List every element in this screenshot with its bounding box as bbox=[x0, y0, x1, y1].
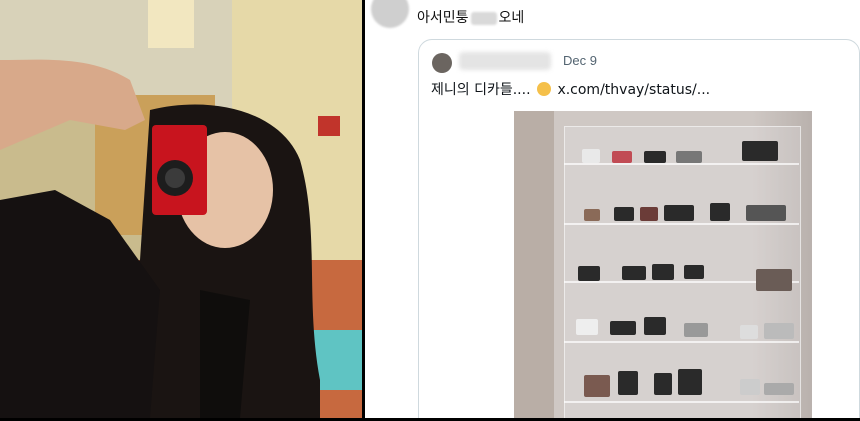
camera bbox=[652, 264, 674, 280]
camera bbox=[610, 321, 636, 335]
camera bbox=[678, 369, 702, 395]
camera bbox=[576, 319, 598, 335]
camera bbox=[644, 317, 666, 335]
camera bbox=[644, 151, 666, 163]
camera bbox=[764, 323, 794, 339]
blurred-name-part bbox=[470, 11, 497, 25]
quoted-post-image[interactable] bbox=[514, 111, 812, 418]
camera bbox=[710, 203, 730, 221]
photo-left bbox=[0, 0, 362, 418]
camera bbox=[582, 149, 600, 163]
quoted-author-avatar[interactable] bbox=[432, 53, 452, 73]
quoted-post-link[interactable]: x.com/thvay/status/... bbox=[557, 82, 710, 98]
camera bbox=[584, 375, 610, 397]
reply-author-avatar[interactable] bbox=[371, 0, 409, 28]
mirror-selfie-photo bbox=[0, 0, 362, 418]
camera bbox=[664, 205, 694, 221]
camera bbox=[640, 207, 658, 221]
camera bbox=[676, 151, 702, 163]
quoted-post-body: 제니의 디카들.... bbox=[431, 82, 535, 98]
camera bbox=[740, 325, 758, 339]
reply-author-visible: 아서민퉁 bbox=[417, 10, 469, 26]
camera bbox=[742, 141, 778, 161]
camera bbox=[614, 207, 634, 221]
camera bbox=[622, 266, 646, 280]
camera bbox=[584, 209, 600, 221]
camera bbox=[684, 265, 704, 279]
camera bbox=[654, 373, 672, 395]
camera bbox=[618, 371, 638, 395]
quoted-post-text: 제니의 디카들.... x.com/thvay/status/... bbox=[431, 79, 710, 99]
quoted-post-date[interactable]: Dec 9 bbox=[563, 53, 597, 68]
camera bbox=[684, 323, 708, 337]
camera bbox=[740, 379, 760, 395]
flushed-face-emoji-icon bbox=[536, 82, 551, 96]
camera bbox=[578, 266, 600, 281]
quoted-author-name-blurred[interactable] bbox=[459, 52, 551, 70]
post-screenshot: 아서민퉁 오네 Dec 9 제니의 디카들.... x.com/thvay/sta… bbox=[365, 0, 860, 418]
camera bbox=[756, 269, 792, 291]
camera bbox=[612, 151, 632, 163]
reply-author-suffix: 오네 bbox=[498, 10, 525, 26]
camera bbox=[764, 383, 794, 395]
reply-author-name[interactable]: 아서민퉁 오네 bbox=[417, 7, 524, 27]
camera bbox=[746, 205, 786, 221]
quoted-post-card[interactable]: Dec 9 제니의 디카들.... x.com/thvay/status/... bbox=[418, 39, 860, 418]
